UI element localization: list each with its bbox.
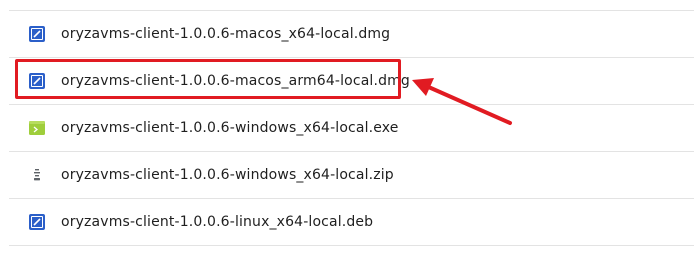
file-row[interactable]: oryzavms-client-1.0.0.6-windows_x64-loca…: [9, 105, 694, 152]
annotation-arrow-icon: [412, 78, 512, 125]
file-row[interactable]: oryzavms-client-1.0.0.6-macos_x64-local.…: [9, 11, 694, 58]
file-name[interactable]: oryzavms-client-1.0.0.6-windows_x64-loca…: [61, 120, 399, 136]
disk-image-icon: [28, 213, 46, 231]
file-row[interactable]: oryzavms-client-1.0.0.6-linux_x64-local.…: [9, 199, 694, 246]
file-row[interactable]: oryzavms-client-1.0.0.6-windows_x64-loca…: [9, 152, 694, 199]
file-name[interactable]: oryzavms-client-1.0.0.6-linux_x64-local.…: [61, 214, 373, 230]
executable-icon: [28, 119, 46, 137]
disk-image-icon: [28, 25, 46, 43]
highlight-box: [15, 59, 401, 99]
zip-archive-icon: [28, 166, 46, 184]
file-name[interactable]: oryzavms-client-1.0.0.6-macos_x64-local.…: [61, 26, 390, 42]
file-list: oryzavms-client-1.0.0.6-macos_x64-local.…: [9, 10, 694, 246]
file-name[interactable]: oryzavms-client-1.0.0.6-windows_x64-loca…: [61, 167, 394, 183]
file-list-panel: oryzavms-client-1.0.0.6-macos_x64-local.…: [0, 0, 694, 272]
